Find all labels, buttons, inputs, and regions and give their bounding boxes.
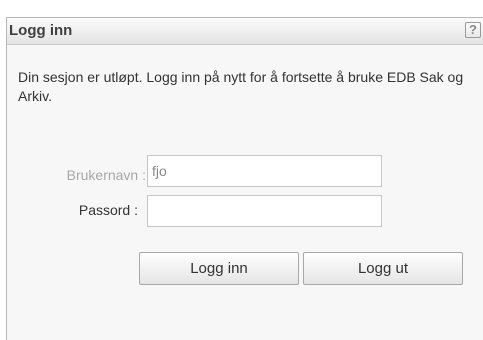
help-icon[interactable]: ?: [465, 22, 481, 38]
login-dialog: Logg inn ? Din sesjon er utløpt. Logg in…: [6, 17, 483, 340]
dialog-title: Logg inn: [9, 22, 73, 39]
dialog-titlebar: Logg inn ?: [7, 18, 483, 45]
username-field[interactable]: [147, 155, 382, 187]
password-field[interactable]: [147, 195, 382, 227]
session-expired-message: Din sesjon er utløpt. Logg inn på nytt f…: [18, 69, 464, 104]
username-label: Brukernavn :: [66, 167, 146, 183]
password-label: Passord :: [78, 202, 138, 218]
login-button[interactable]: Logg inn: [139, 252, 299, 285]
logout-button[interactable]: Logg ut: [303, 252, 463, 285]
dialog-body: Din sesjon er utløpt. Logg inn på nytt f…: [7, 45, 483, 340]
